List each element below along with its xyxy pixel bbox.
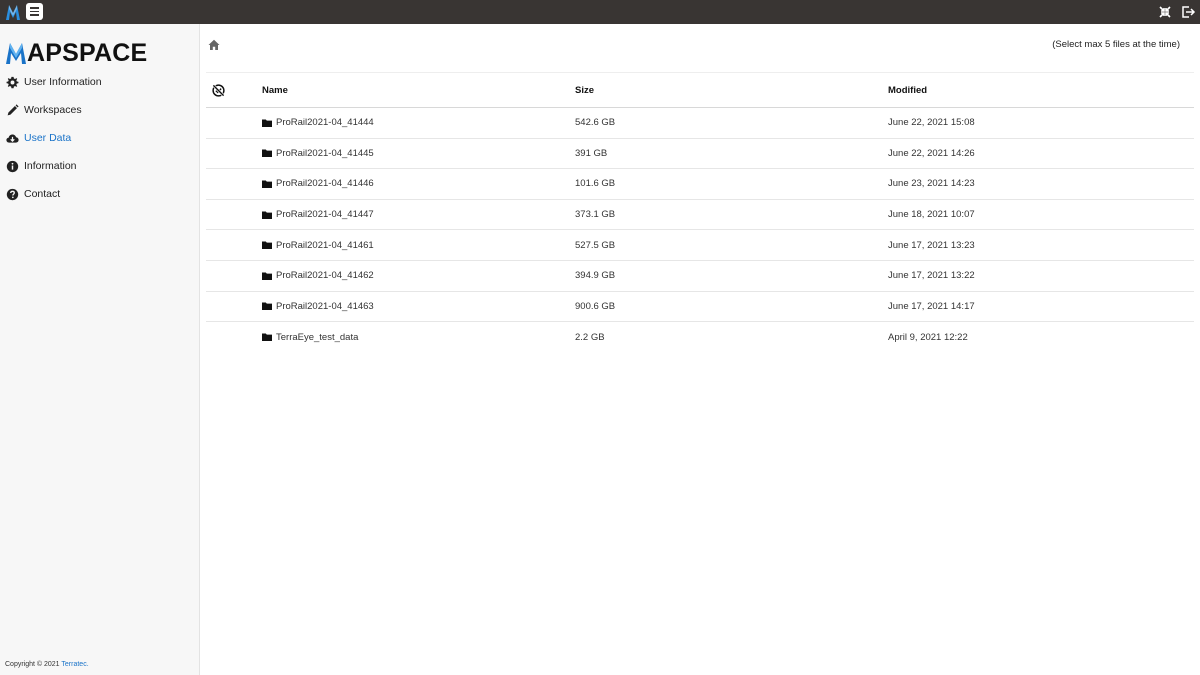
- file-name: ProRail2021-04_41446: [276, 178, 374, 190]
- file-modified: June 17, 2021 14:17: [888, 300, 975, 312]
- table-row[interactable]: ProRail2021-04_41463 900.6 GB June 17, 2…: [206, 292, 1194, 323]
- table-row[interactable]: TerraEye_test_data 2.2 GB April 9, 2021 …: [206, 322, 1194, 353]
- file-modified: June 18, 2021 10:07: [888, 209, 975, 221]
- file-name: ProRail2021-04_41447: [276, 209, 374, 221]
- sidebar-nav: User Information Workspaces User Data In…: [0, 68, 199, 208]
- deselect-all-icon[interactable]: [212, 83, 225, 97]
- copyright-text: Copyright © 2021 Terratec.: [5, 661, 89, 668]
- row-name-cell: TerraEye_test_data: [262, 332, 575, 343]
- file-size: 373.1 GB: [575, 209, 616, 221]
- file-size: 391 GB: [575, 147, 608, 159]
- brand-name: APSPACE: [27, 39, 148, 67]
- table-row[interactable]: ProRail2021-04_41445 391 GB June 22, 202…: [206, 139, 1194, 170]
- exit-fullscreen-icon[interactable]: [1157, 4, 1173, 20]
- sidebar-item-user-information[interactable]: User Information: [0, 68, 199, 96]
- select-column-header[interactable]: [206, 83, 262, 97]
- sidebar-item-contact[interactable]: Contact: [0, 180, 199, 208]
- table-row[interactable]: ProRail2021-04_41462 394.9 GB June 17, 2…: [206, 261, 1194, 292]
- top-bar: [0, 0, 1200, 24]
- table-row[interactable]: ProRail2021-04_41461 527.5 GB June 17, 2…: [206, 230, 1194, 261]
- row-name-cell: ProRail2021-04_41447: [262, 209, 575, 220]
- table-row[interactable]: ProRail2021-04_41444 542.6 GB June 22, 2…: [206, 108, 1194, 139]
- copyright-prefix: Copyright © 2021: [5, 661, 62, 668]
- file-size: 101.6 GB: [575, 178, 616, 190]
- brand-logo[interactable]: APSPACE: [6, 38, 148, 67]
- menu-line: [30, 10, 39, 13]
- file-size: 394.9 GB: [575, 270, 616, 282]
- file-modified: June 23, 2021 14:23: [888, 178, 975, 190]
- folder-icon: [262, 149, 272, 158]
- sidebar: APSPACE User Information Workspaces User…: [0, 24, 200, 675]
- folder-icon: [262, 272, 272, 280]
- sidebar-item-label: Information: [24, 160, 77, 172]
- mapspace-m-logo-icon: [6, 43, 26, 64]
- folder-icon: [262, 333, 272, 342]
- menu-line: [30, 14, 39, 16]
- row-name-cell: ProRail2021-04_41446: [262, 178, 575, 189]
- file-size: 527.5 GB: [575, 239, 616, 251]
- file-modified: June 22, 2021 15:08: [888, 117, 975, 129]
- home-icon[interactable]: [208, 39, 220, 51]
- file-name: ProRail2021-04_41462: [276, 270, 374, 282]
- row-name-cell: ProRail2021-04_41462: [262, 270, 575, 281]
- sidebar-item-user-data[interactable]: User Data: [0, 124, 199, 152]
- column-header-name[interactable]: Name: [262, 85, 575, 96]
- sidebar-item-label: Contact: [24, 188, 61, 200]
- file-table: Name Size Modified ProRail2021-04_41444 …: [206, 72, 1194, 353]
- file-name: ProRail2021-04_41445: [276, 147, 374, 159]
- sidebar-item-label: Workspaces: [24, 104, 82, 116]
- row-name-cell: ProRail2021-04_41444: [262, 117, 575, 128]
- pencil-icon: [7, 103, 19, 115]
- row-name-cell: ProRail2021-04_41463: [262, 301, 575, 312]
- mapspace-logo-icon: [6, 5, 20, 20]
- row-name-cell: ProRail2021-04_41445: [262, 148, 575, 159]
- file-size: 900.6 GB: [575, 300, 616, 312]
- info-icon: [6, 160, 19, 172]
- folder-icon: [262, 180, 272, 188]
- gear-icon: [6, 76, 19, 88]
- file-name: TerraEye_test_data: [276, 331, 359, 343]
- main-content: (Select max 5 files at the time) Name Si…: [200, 24, 1200, 675]
- file-modified: June 22, 2021 14:26: [888, 147, 975, 159]
- file-size: 2.2 GB: [575, 331, 605, 343]
- sidebar-item-label: User Information: [24, 76, 102, 88]
- logout-icon[interactable]: [1180, 4, 1196, 20]
- sidebar-item-workspaces[interactable]: Workspaces: [0, 96, 199, 124]
- file-name: ProRail2021-04_41444: [276, 117, 374, 129]
- folder-icon: [262, 211, 272, 219]
- file-modified: April 9, 2021 12:22: [888, 331, 968, 343]
- column-header-modified[interactable]: Modified: [888, 85, 1194, 96]
- table-header: Name Size Modified: [206, 73, 1194, 108]
- selection-hint: (Select max 5 files at the time): [1052, 39, 1180, 50]
- question-icon: [6, 188, 19, 200]
- row-name-cell: ProRail2021-04_41461: [262, 240, 575, 251]
- column-header-size[interactable]: Size: [575, 85, 888, 96]
- folder-icon: [262, 302, 272, 311]
- cloud-download-icon: [6, 133, 19, 143]
- menu-toggle-button[interactable]: [26, 3, 43, 20]
- folder-icon: [262, 241, 272, 250]
- file-modified: June 17, 2021 13:23: [888, 239, 975, 251]
- terratec-link[interactable]: Terratec.: [61, 661, 88, 668]
- file-name: ProRail2021-04_41463: [276, 300, 374, 312]
- table-row[interactable]: ProRail2021-04_41446 101.6 GB June 23, 2…: [206, 169, 1194, 200]
- menu-line: [30, 7, 39, 9]
- table-row[interactable]: ProRail2021-04_41447 373.1 GB June 18, 2…: [206, 200, 1194, 231]
- sidebar-item-label: User Data: [24, 132, 72, 144]
- folder-icon: [262, 119, 272, 127]
- file-size: 542.6 GB: [575, 117, 616, 129]
- file-modified: June 17, 2021 13:22: [888, 270, 975, 282]
- sidebar-item-information[interactable]: Information: [0, 152, 199, 180]
- file-name: ProRail2021-04_41461: [276, 239, 374, 251]
